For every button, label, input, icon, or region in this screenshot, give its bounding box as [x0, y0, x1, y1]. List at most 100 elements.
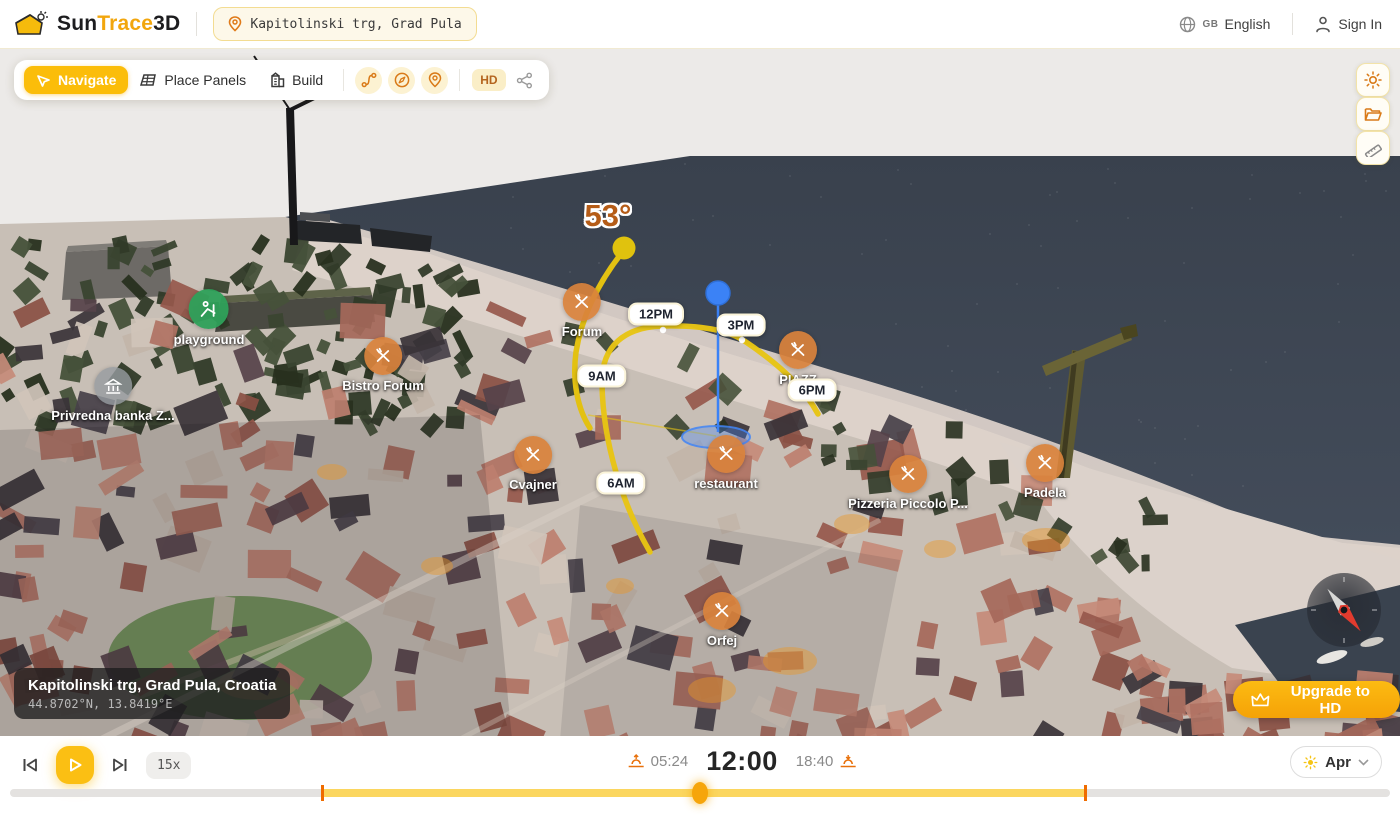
poi-label: Padela — [1024, 485, 1066, 500]
compass-needle-icon — [1307, 573, 1381, 647]
navigate-cursor-icon — [36, 73, 51, 88]
sunrise-time: 05:24 — [628, 753, 689, 770]
poi-restaurant-icon — [563, 283, 601, 321]
language-code: GB — [1202, 19, 1218, 30]
poi-restaurant-icon — [364, 337, 402, 375]
arc-dot-3pm — [739, 337, 745, 343]
poi-marker[interactable]: Cvajner — [509, 436, 557, 492]
navigate-label: Navigate — [58, 72, 116, 88]
sunrise-value: 05:24 — [651, 753, 689, 770]
ruler-icon — [1364, 139, 1382, 157]
header-divider — [196, 12, 197, 36]
poi-marker[interactable]: Padela — [1024, 444, 1066, 500]
navigate-button[interactable]: Navigate — [24, 66, 128, 94]
upgrade-to-hd-button[interactable]: Upgrade to HD — [1233, 681, 1400, 718]
poi-marker[interactable]: restaurant — [694, 435, 758, 491]
sun-time-chip: 6PM — [788, 379, 837, 402]
poi-label: Privredna banka Z... — [51, 408, 175, 423]
location-title: Kapitolinski trg, Grad Pula, Croatia — [28, 677, 276, 694]
sun-time-chip: 3PM — [717, 314, 766, 337]
timeline-bar: 15x 05:24 12:00 18:40 — [0, 736, 1400, 820]
compass-tool-button[interactable] — [388, 67, 415, 94]
sun-marker[interactable] — [613, 237, 636, 260]
playback-controls: 15x — [18, 746, 191, 784]
mode-toolbar: Navigate Place Panels Build — [14, 60, 549, 100]
sun-path-tool-button[interactable] — [355, 67, 382, 94]
projects-folder-button[interactable] — [1356, 97, 1390, 131]
sun-time-chip: 6AM — [596, 472, 645, 495]
poi-playground-icon — [189, 289, 229, 329]
sign-in-label: Sign In — [1338, 16, 1382, 32]
route-icon — [361, 72, 377, 88]
location-pin-icon — [228, 16, 242, 32]
poi-label: playground — [174, 332, 245, 347]
play-button[interactable] — [56, 746, 94, 784]
pin-tool-button[interactable] — [421, 67, 448, 94]
share-button[interactable] — [516, 72, 533, 89]
upgrade-label: Upgrade to HD — [1279, 683, 1382, 717]
user-icon — [1315, 16, 1331, 33]
poi-restaurant-icon — [779, 331, 817, 369]
poi-marker[interactable]: Bistro Forum — [342, 337, 424, 393]
poi-marker[interactable]: playground — [174, 289, 245, 347]
sun-elevation-label: 53° — [585, 198, 632, 234]
skip-back-button[interactable] — [18, 753, 42, 777]
sunset-icon — [839, 754, 856, 769]
language-label: English — [1224, 16, 1270, 32]
map-pin-icon — [428, 72, 442, 88]
top-bar: SunTrace3D Kapitolinski trg, Grad Pula G… — [0, 0, 1400, 49]
header-divider — [1292, 13, 1293, 35]
sun-settings-button[interactable] — [1356, 63, 1390, 97]
arc-dot-12pm — [660, 327, 666, 333]
poi-marker[interactable]: Forum — [562, 283, 602, 339]
time-slider-handle[interactable] — [692, 782, 708, 804]
house-sun-logo-icon — [14, 10, 48, 38]
build-button[interactable]: Build — [258, 66, 335, 94]
month-label: Apr — [1325, 754, 1351, 771]
sign-in-button[interactable]: Sign In — [1315, 16, 1382, 33]
sun-time-chip: 9AM — [577, 365, 626, 388]
selection-pin-head[interactable] — [706, 281, 730, 305]
skip-forward-icon — [110, 755, 130, 775]
skip-back-icon — [20, 755, 40, 775]
location-coordinates: 44.8702°N, 13.8419°E — [28, 697, 276, 711]
poi-label: restaurant — [694, 476, 758, 491]
poi-marker[interactable]: Privredna banka Z... — [51, 367, 175, 423]
sun-icon — [1364, 71, 1382, 89]
poi-bank-icon — [94, 367, 132, 405]
sun-time-chip: 12PM — [628, 303, 684, 326]
location-search[interactable]: Kapitolinski trg, Grad Pula — [213, 7, 476, 41]
place-panels-button[interactable]: Place Panels — [128, 66, 258, 94]
share-icon — [516, 72, 533, 89]
poi-restaurant-icon — [889, 455, 927, 493]
sunrise-icon — [628, 754, 645, 769]
measure-ruler-button[interactable] — [1356, 131, 1390, 165]
sunset-value: 18:40 — [796, 753, 834, 770]
poi-marker[interactable]: Pizzeria Piccolo P... — [848, 455, 968, 511]
poi-restaurant-icon — [703, 592, 741, 630]
skip-forward-button[interactable] — [108, 753, 132, 777]
poi-restaurant-icon — [1026, 444, 1064, 482]
language-selector[interactable]: GB English — [1179, 16, 1270, 33]
hd-quality-badge[interactable]: HD — [472, 69, 505, 91]
search-value: Kapitolinski trg, Grad Pula — [250, 17, 461, 32]
play-icon — [67, 757, 83, 773]
poi-restaurant-icon — [707, 435, 745, 473]
poi-label: Bistro Forum — [342, 378, 424, 393]
place-panels-label: Place Panels — [164, 72, 246, 88]
location-info-card: Kapitolinski trg, Grad Pula, Croatia 44.… — [14, 668, 290, 719]
brand-logo[interactable]: SunTrace3D — [14, 10, 180, 38]
solar-panel-icon — [140, 73, 157, 88]
time-slider-track[interactable] — [10, 789, 1390, 797]
sunset-tick — [1084, 785, 1087, 801]
globe-icon — [1179, 16, 1196, 33]
month-selector[interactable]: Apr — [1290, 746, 1382, 778]
compass-widget[interactable] — [1307, 573, 1381, 647]
poi-label: Cvajner — [509, 477, 557, 492]
poi-marker[interactable]: Orfej — [703, 592, 741, 648]
toolbar-divider — [459, 69, 460, 91]
sunrise-tick — [321, 785, 324, 801]
speed-selector[interactable]: 15x — [146, 752, 191, 779]
chevron-down-icon — [1358, 759, 1369, 766]
time-readouts: 05:24 12:00 18:40 — [628, 746, 857, 777]
